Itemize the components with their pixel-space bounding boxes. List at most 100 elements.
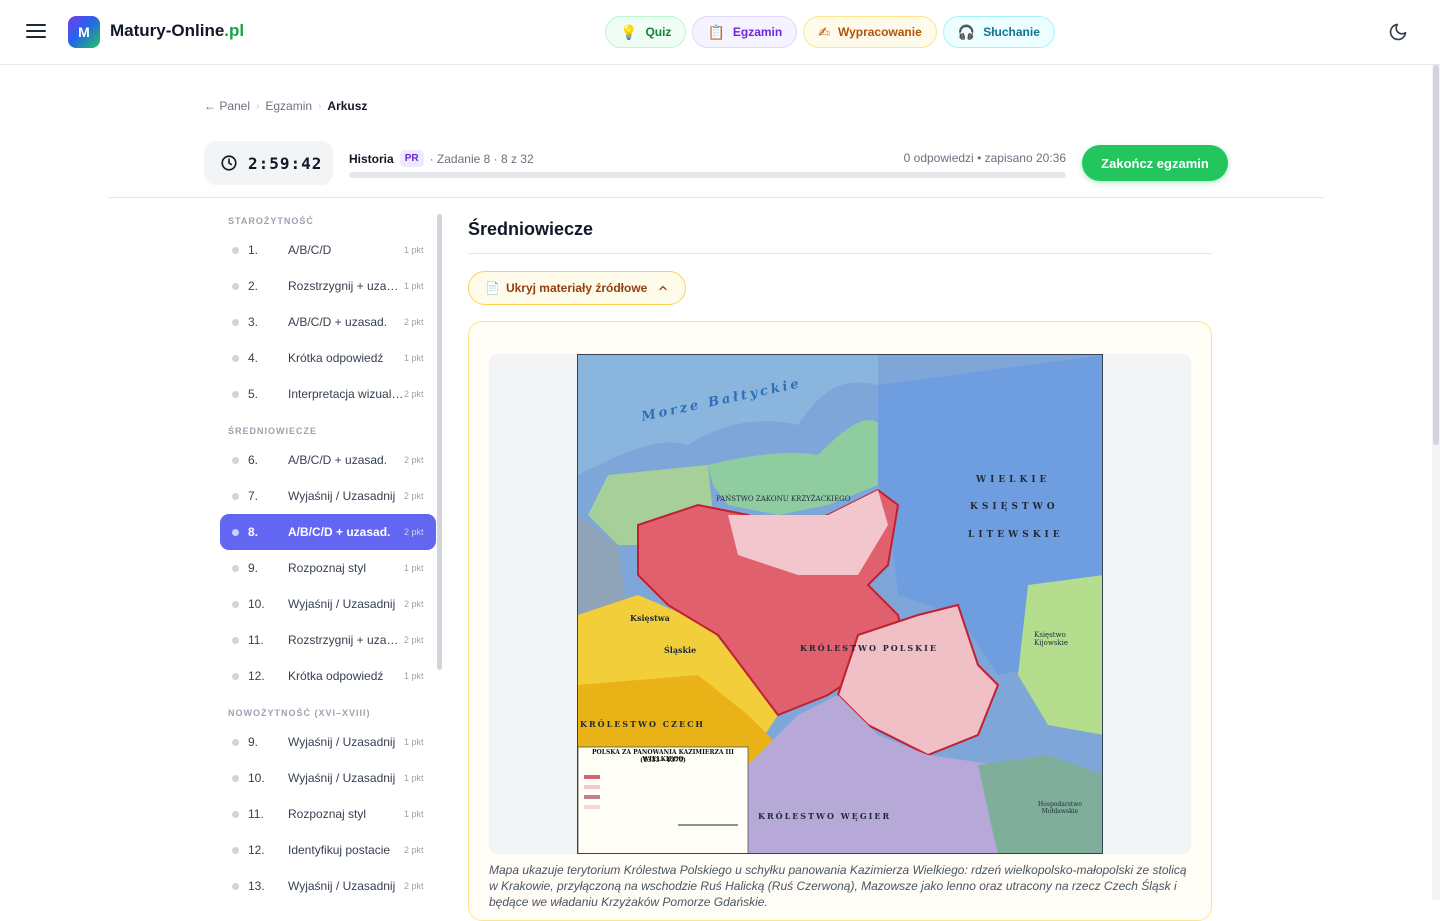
sidebar-task-item[interactable]: 10. Wyjaśnij / Uzasadnij 1 pkt — [220, 760, 436, 796]
nav-quiz-label: Quiz — [645, 25, 672, 39]
sidebar-section-title: STAROŻYTNOŚĆ — [228, 216, 314, 226]
writing-hand-icon: ✍ — [818, 23, 830, 40]
task-status-dot — [232, 636, 239, 644]
sidebar-task-item[interactable]: 8. A/B/C/D + uzasad. 2 pkt — [220, 514, 436, 550]
sidebar-task-item[interactable]: 11. Rozstrzygnij + uzasad. 2 pkt — [220, 622, 436, 658]
task-points: 2 pkt — [404, 845, 424, 855]
page-scrollbar-thumb[interactable] — [1433, 65, 1439, 445]
finish-exam-button[interactable]: Zakończ egzamin — [1082, 145, 1228, 181]
sidebar-task-item[interactable]: 1. A/B/C/D 1 pkt — [220, 232, 436, 268]
task-points: 2 pkt — [404, 389, 424, 399]
sidebar-task-item[interactable]: 12. Identyfikuj postacie 2 pkt — [220, 832, 436, 868]
task-number: 7. — [248, 489, 259, 503]
brand-name[interactable]: Matury-Online.pl — [110, 21, 244, 41]
map-label-silesia-1: Księstwa — [630, 613, 670, 623]
task-status-dot — [232, 282, 239, 290]
map-frame: Morze Bałtyckie PAŃSTWO ZAKONU KRZYŻACKI… — [489, 354, 1191, 854]
nav-egzamin-button[interactable]: 📋 Egzamin — [692, 16, 798, 48]
clock-icon — [221, 155, 237, 171]
task-label: A/B/C/D + uzasad. — [288, 525, 391, 539]
clipboard-icon: 📋 — [707, 23, 725, 40]
task-points: 2 pkt — [404, 455, 424, 465]
task-points: 1 pkt — [404, 737, 424, 747]
nav-sluchanie-button[interactable]: 🎧 Słuchanie — [942, 16, 1055, 48]
map-label-poland: KRÓLESTWO POLSKIE — [800, 643, 938, 653]
task-points: 1 pkt — [404, 353, 424, 363]
breadcrumb-current: Arkusz — [327, 99, 368, 113]
task-number: 12. — [248, 843, 265, 857]
map-label-teutonic: PAŃSTWO ZAKONU KRZYŻACKIEGO — [716, 495, 851, 503]
breadcrumb-panel-link[interactable]: ← Panel — [204, 99, 250, 113]
sidebar-task-item[interactable]: 12. Krótka odpowiedź 1 pkt — [220, 658, 436, 694]
map-label-bohemia: KRÓLESTWO CZECH — [580, 719, 705, 729]
task-points: 1 pkt — [404, 245, 424, 255]
breadcrumb-separator: › — [318, 100, 322, 112]
task-status-dot — [232, 810, 239, 818]
nav-sluchanie-label: Słuchanie — [983, 25, 1040, 39]
sidebar-task-item[interactable]: 13. Wyjaśnij / Uzasadnij 2 pkt — [220, 868, 436, 900]
task-number: 12. — [248, 669, 265, 683]
task-sidebar: STAROŻYTNOŚĆ 1. A/B/C/D 1 pkt 2. Rozstrzygnij… — [220, 210, 436, 900]
map-label-moldavia: Hospodarstwo Mołdawskie — [1038, 801, 1082, 815]
breadcrumb: ← Panel › Egzamin › Arkusz — [204, 99, 367, 113]
task-label: A/B/C/D + uzasad. — [288, 453, 388, 467]
sidebar-task-item[interactable]: 9. Wyjaśnij / Uzasadnij 1 pkt — [220, 724, 436, 760]
sidebar-task-item[interactable]: 9. Rozpoznaj styl 1 pkt — [220, 550, 436, 586]
task-label: Rozpoznaj styl — [288, 561, 367, 575]
saved-time: • zapisano 20:36 — [977, 151, 1066, 165]
sidebar-task-item[interactable]: 11. Rozpoznaj styl 1 pkt — [220, 796, 436, 832]
sidebar-task-item[interactable]: 10. Wyjaśnij / Uzasadnij 2 pkt — [220, 586, 436, 622]
top-bar: M Matury-Online.pl 💡 Quiz 📋 Egzamin ✍ Wy… — [0, 0, 1440, 65]
map-label-hungary: KRÓLESTWO WĘGIER — [758, 811, 892, 821]
logo[interactable]: M — [68, 16, 100, 48]
task-status-dot — [232, 738, 239, 746]
lightbulb-icon: 💡 — [620, 23, 638, 40]
task-label: Wyjaśnij / Uzasadnij — [288, 879, 396, 893]
task-points: 2 pkt — [404, 881, 424, 891]
task-number: 5. — [248, 387, 259, 401]
breadcrumb-exam-link[interactable]: Egzamin — [265, 99, 312, 113]
exam-subject-info: Historia PR · Zadanie 8 · 8 z 32 — [349, 150, 534, 167]
map-legend-years: (1333 - 1370) — [640, 757, 686, 764]
nav-wypracowanie-label: Wypracowanie — [837, 25, 922, 39]
sidebar-scrollbar[interactable] — [437, 214, 442, 670]
sidebar-task-item[interactable]: 2. Rozstrzygnij + uzasad. 1 pkt — [220, 268, 436, 304]
chevron-up-icon — [659, 285, 667, 291]
map-label-lithuania-1: WIELKIE — [976, 475, 1051, 485]
toggle-sources-button[interactable]: 📄 Ukryj materiały źródłowe — [468, 271, 687, 305]
historical-map[interactable]: Morze Bałtyckie PAŃSTWO ZAKONU KRZYŻACKI… — [577, 354, 1103, 854]
task-points: 1 pkt — [404, 671, 424, 681]
nav-quiz-button[interactable]: 💡 Quiz — [605, 16, 687, 48]
sidebar-task-item[interactable]: 4. Krótka odpowiedź 1 pkt — [220, 340, 436, 376]
task-number: 3. — [248, 315, 259, 329]
task-status-dot — [232, 354, 239, 362]
task-label: Wyjaśnij / Uzasadnij — [288, 489, 396, 503]
sidebar-task-item[interactable]: 5. Interpretacja wizualna 2 pkt — [220, 376, 436, 412]
dark-mode-moon-icon[interactable] — [1388, 22, 1408, 42]
map-label-lithuania-2: KSIĘSTWO — [970, 502, 1059, 512]
task-position: · Zadanie 8 · 8 z 32 — [429, 151, 534, 166]
task-status-dot — [232, 492, 239, 500]
main-content: Średniowiecze 📄 Ukryj materiały źródłowe — [468, 210, 1212, 921]
main-nav: 💡 Quiz 📋 Egzamin ✍ Wypracowanie 🎧 Słucha… — [605, 16, 1055, 48]
sidebar-task-item[interactable]: 3. A/B/C/D + uzasad. 2 pkt — [220, 304, 436, 340]
brand-tld: .pl — [224, 21, 245, 40]
task-label: Rozstrzygnij + uzasad. — [288, 633, 404, 647]
task-number: 9. — [248, 561, 259, 575]
task-status-dot — [232, 882, 239, 890]
sidebar-task-item[interactable]: 6. A/B/C/D + uzasad. 2 pkt — [220, 442, 436, 478]
nav-wypracowanie-button[interactable]: ✍ Wypracowanie — [803, 16, 937, 48]
task-number: 1. — [248, 243, 259, 257]
nav-egzamin-label: Egzamin — [732, 25, 783, 39]
sidebar-task-item[interactable]: 7. Wyjaśnij / Uzasadnij 2 pkt — [220, 478, 436, 514]
task-points: 1 pkt — [404, 809, 424, 819]
document-icon: 📄 — [485, 281, 500, 295]
hamburger-menu-icon[interactable] — [24, 20, 48, 44]
task-label: Rozstrzygnij + uzasad. — [288, 279, 404, 293]
task-label: Rozpoznaj styl — [288, 807, 367, 821]
task-number: 10. — [248, 771, 265, 785]
task-status-dot — [232, 564, 239, 572]
task-label: Interpretacja wizualna — [288, 387, 404, 401]
page-scrollbar[interactable] — [1432, 65, 1440, 900]
task-label: Wyjaśnij / Uzasadnij — [288, 735, 396, 749]
